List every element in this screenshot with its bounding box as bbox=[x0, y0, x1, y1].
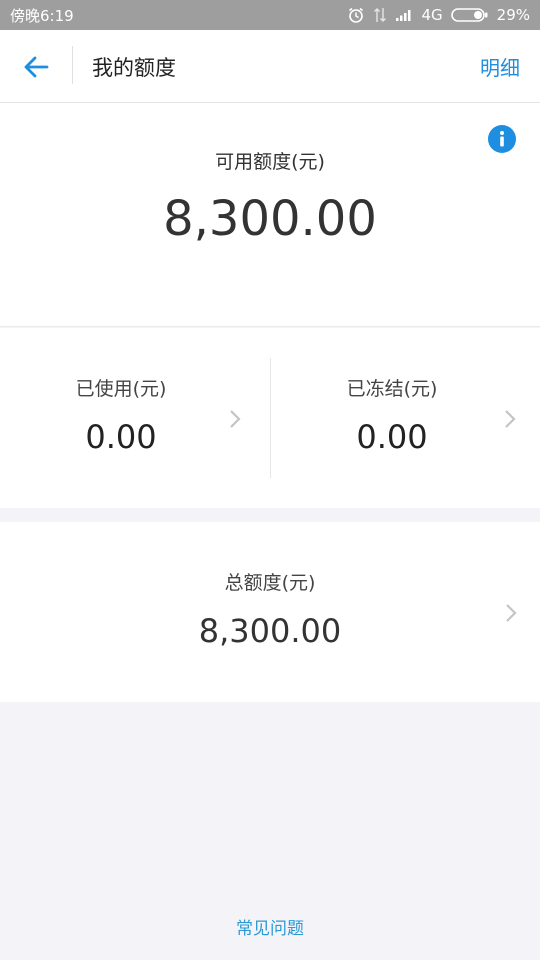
battery-icon bbox=[450, 7, 489, 23]
chevron-right-icon bbox=[505, 410, 516, 428]
data-transfer-icon bbox=[373, 6, 387, 24]
status-icons: 4G 29% bbox=[347, 6, 530, 24]
chevron-right-icon bbox=[506, 604, 517, 622]
used-credit-label: 已使用(元) bbox=[75, 378, 167, 400]
usage-row: 已使用(元) 0.00 已冻结(元) 0.00 bbox=[0, 328, 540, 508]
network-type: 4G bbox=[421, 6, 443, 24]
page-title: 我的额度 bbox=[92, 56, 176, 80]
back-button[interactable] bbox=[14, 50, 58, 84]
used-credit-value: 0.00 bbox=[85, 418, 157, 456]
battery-percent: 29% bbox=[496, 6, 530, 24]
status-bar: 傍晚6:19 4G 29% bbox=[0, 0, 540, 30]
status-time: 傍晚6:19 bbox=[10, 6, 74, 25]
detail-link[interactable]: 明细 bbox=[480, 52, 520, 81]
total-credit-item[interactable]: 总额度(元) 8,300.00 bbox=[0, 522, 540, 702]
alarm-icon bbox=[347, 6, 365, 24]
available-credit-panel: 可用额度(元) 8,300.00 bbox=[0, 103, 540, 327]
frozen-credit-item[interactable]: 已冻结(元) 0.00 bbox=[271, 328, 540, 508]
available-credit-label: 可用额度(元) bbox=[215, 151, 325, 173]
available-credit-amount: 8,300.00 bbox=[163, 191, 377, 247]
frozen-credit-label: 已冻结(元) bbox=[346, 378, 438, 400]
used-credit-item[interactable]: 已使用(元) 0.00 bbox=[0, 328, 270, 508]
total-credit-value: 8,300.00 bbox=[198, 612, 342, 650]
frozen-credit-value: 0.00 bbox=[356, 418, 428, 456]
arrow-left-icon bbox=[24, 56, 49, 78]
faq-link[interactable]: 常见问题 bbox=[0, 914, 540, 939]
app-header: 我的额度 明细 bbox=[0, 30, 540, 103]
signal-icon bbox=[395, 8, 413, 22]
total-credit-label: 总额度(元) bbox=[224, 572, 316, 594]
chevron-right-icon bbox=[230, 410, 241, 428]
header-divider bbox=[72, 46, 73, 84]
